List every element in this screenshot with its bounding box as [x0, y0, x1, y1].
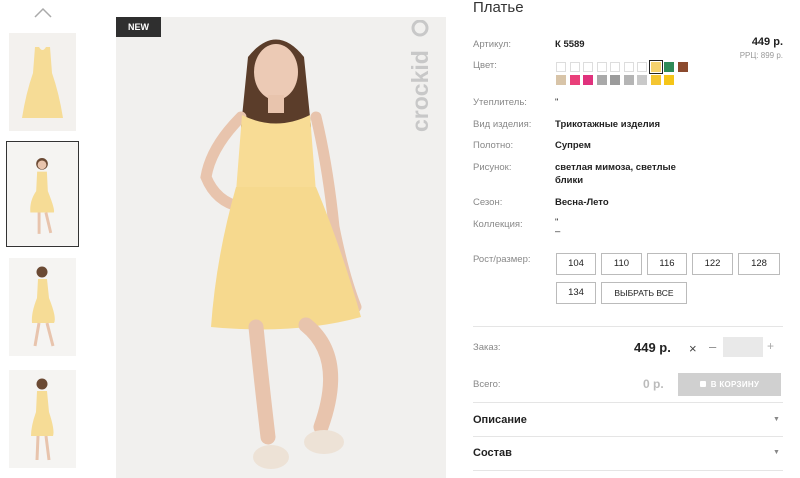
fabric-label: Полотно: — [473, 140, 514, 151]
color-swatch[interactable] — [677, 62, 688, 72]
thumbnail-4[interactable] — [9, 370, 76, 468]
chevron-down-icon[interactable]: ▼ — [773, 416, 780, 423]
thumbnail-3[interactable] — [9, 258, 76, 356]
divider — [473, 402, 783, 403]
insulation-label: Утеплитель: — [473, 97, 527, 108]
product-type-value: Трикотажные изделия — [555, 119, 661, 130]
pattern-value-line2: блики — [555, 175, 584, 186]
fabric-value: Супрем — [555, 140, 591, 151]
multiply-icon: × — [689, 341, 697, 356]
new-badge: NEW — [116, 17, 161, 37]
color-swatch[interactable] — [637, 62, 647, 72]
select-all-sizes-button[interactable]: ВЫБРАТЬ ВСЕ — [601, 282, 687, 304]
girl-side-image — [9, 258, 76, 356]
crockid-logo: crockid — [407, 20, 433, 132]
color-swatch[interactable] — [556, 75, 566, 85]
add-to-cart-label: В КОРЗИНУ — [710, 380, 760, 389]
rrc-price: РРЦ: 899 р. — [739, 51, 783, 60]
order-label: Заказ: — [473, 342, 501, 353]
girl-in-dress-photo — [116, 17, 446, 478]
sizes-label: Рост/размер: — [473, 254, 531, 265]
color-swatch[interactable] — [650, 75, 661, 85]
color-swatch[interactable] — [569, 75, 580, 85]
description-accordion[interactable]: Описание — [473, 414, 527, 426]
girl-back-image — [9, 370, 76, 468]
size-button-104[interactable]: 104 — [556, 253, 596, 275]
color-swatch[interactable] — [610, 75, 620, 85]
composition-accordion[interactable]: Состав — [473, 447, 512, 459]
size-button-128[interactable]: 128 — [738, 253, 780, 275]
insulation-value: " — [555, 97, 559, 108]
season-label: Сезон: — [473, 197, 503, 208]
collection-label: Коллекция: — [473, 219, 523, 230]
color-swatch[interactable] — [664, 75, 674, 85]
product-type-label: Вид изделия: — [473, 119, 532, 130]
svg-text:crockid: crockid — [407, 50, 433, 132]
color-swatch[interactable] — [583, 75, 593, 85]
pattern-label: Рисунок: — [473, 162, 512, 173]
color-swatch[interactable] — [637, 75, 647, 85]
chevron-down-icon[interactable]: ▼ — [773, 449, 780, 456]
color-swatch[interactable] — [623, 62, 634, 72]
color-swatch[interactable] — [583, 62, 593, 72]
cart-icon — [699, 380, 706, 387]
color-swatch[interactable] — [596, 75, 607, 85]
total-value: 0 р. — [643, 377, 664, 391]
order-price: 449 р. — [634, 340, 671, 355]
color-swatch[interactable] — [596, 62, 607, 72]
article-label: Артикул: — [473, 39, 512, 50]
divider — [473, 326, 783, 327]
thumbnail-1[interactable] — [9, 33, 76, 131]
size-button-134[interactable]: 134 — [556, 282, 596, 304]
quantity-increase-button[interactable]: + — [767, 339, 774, 353]
chevron-up-icon[interactable] — [33, 6, 53, 20]
quantity-input[interactable] — [723, 337, 763, 357]
article-value: К 5589 — [555, 39, 585, 50]
product-price: 449 р. — [751, 36, 783, 48]
pattern-value-line1: светлая мимоза, светлые — [555, 162, 676, 173]
thumbnail-2-selected[interactable] — [6, 141, 79, 247]
girl-pose-image — [7, 142, 78, 246]
season-value: Весна-Лето — [555, 197, 609, 208]
divider — [473, 470, 783, 471]
color-swatch[interactable] — [569, 62, 580, 72]
size-button-110[interactable]: 110 — [601, 253, 642, 275]
product-title: Платье — [473, 0, 524, 16]
divider — [473, 436, 783, 437]
size-button-122[interactable]: 122 — [692, 253, 733, 275]
color-swatch[interactable] — [610, 62, 620, 72]
quantity-decrease-button[interactable]: – — [709, 339, 716, 354]
color-swatch[interactable] — [648, 60, 663, 74]
color-swatch[interactable] — [556, 62, 566, 72]
color-swatch[interactable] — [664, 62, 674, 72]
dress-flat-image — [9, 33, 76, 131]
size-button-116[interactable]: 116 — [647, 253, 687, 275]
main-product-image[interactable] — [116, 17, 446, 478]
total-label: Всего: — [473, 379, 501, 390]
color-label: Цвет: — [473, 60, 497, 71]
collection-value-line2: – — [555, 226, 561, 237]
color-swatch[interactable] — [623, 75, 634, 85]
add-to-cart-button[interactable]: В КОРЗИНУ — [678, 373, 781, 396]
